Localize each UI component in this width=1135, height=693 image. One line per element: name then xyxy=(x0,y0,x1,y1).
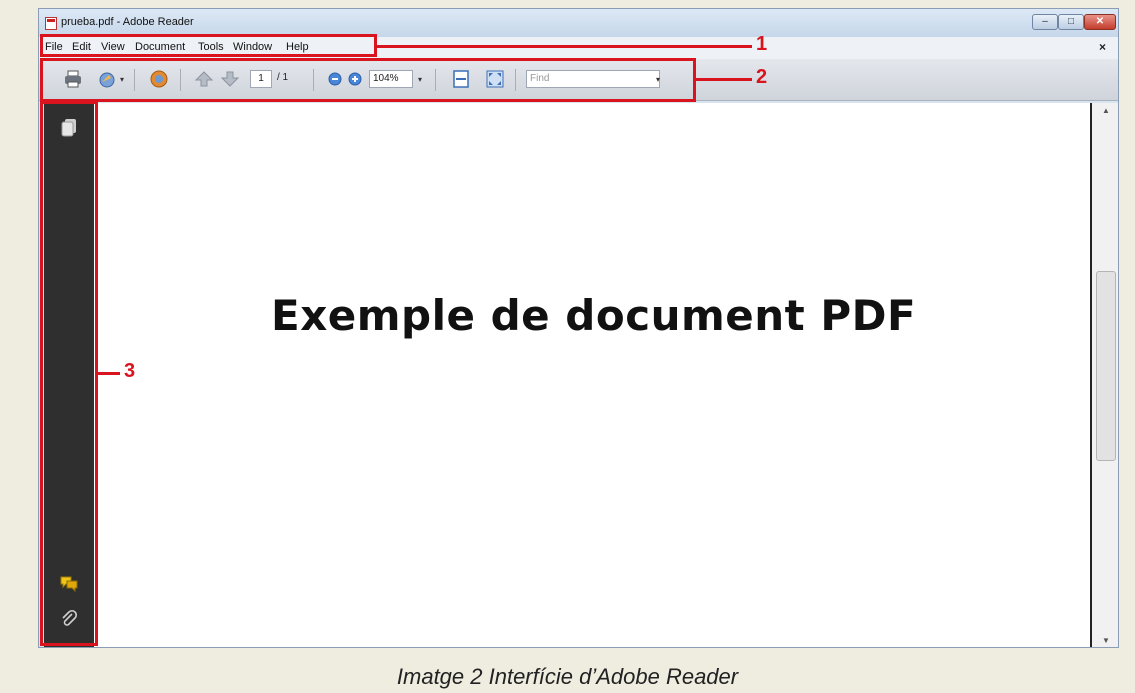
annotation-line-1 xyxy=(377,45,752,48)
title-bar: prueba.pdf - Adobe Reader – □ ✕ xyxy=(39,9,1118,37)
annotation-line-2 xyxy=(696,78,752,81)
adobe-reader-window: prueba.pdf - Adobe Reader – □ ✕ File Edi… xyxy=(38,8,1119,648)
scroll-down-arrow[interactable]: ▼ xyxy=(1092,633,1118,647)
adobe-reader-icon xyxy=(45,17,57,30)
scroll-thumb[interactable] xyxy=(1096,271,1116,461)
document-heading: Exemple de document PDF xyxy=(271,291,917,340)
document-close-button[interactable]: × xyxy=(1099,40,1106,54)
annotation-label-2: 2 xyxy=(756,66,768,88)
annotation-line-3 xyxy=(98,372,120,375)
annotation-box-toolbar xyxy=(40,58,696,102)
annotation-label-3: 3 xyxy=(124,360,136,382)
scroll-up-arrow[interactable]: ▲ xyxy=(1092,103,1118,119)
document-page: Exemple de document PDF xyxy=(94,103,1090,647)
maximize-button[interactable]: □ xyxy=(1058,14,1084,30)
minimize-button[interactable]: – xyxy=(1032,14,1058,30)
annotation-label-1: 1 xyxy=(756,33,768,55)
annotation-box-navigation-panel xyxy=(40,101,98,646)
close-button[interactable]: ✕ xyxy=(1084,14,1116,30)
annotation-box-menu-bar xyxy=(40,34,377,57)
window-title: prueba.pdf - Adobe Reader xyxy=(61,16,194,28)
figure-caption: Imatge 2 Interfície d’Adobe Reader xyxy=(396,664,739,689)
vertical-scrollbar[interactable]: ▲ ▼ xyxy=(1090,103,1118,647)
